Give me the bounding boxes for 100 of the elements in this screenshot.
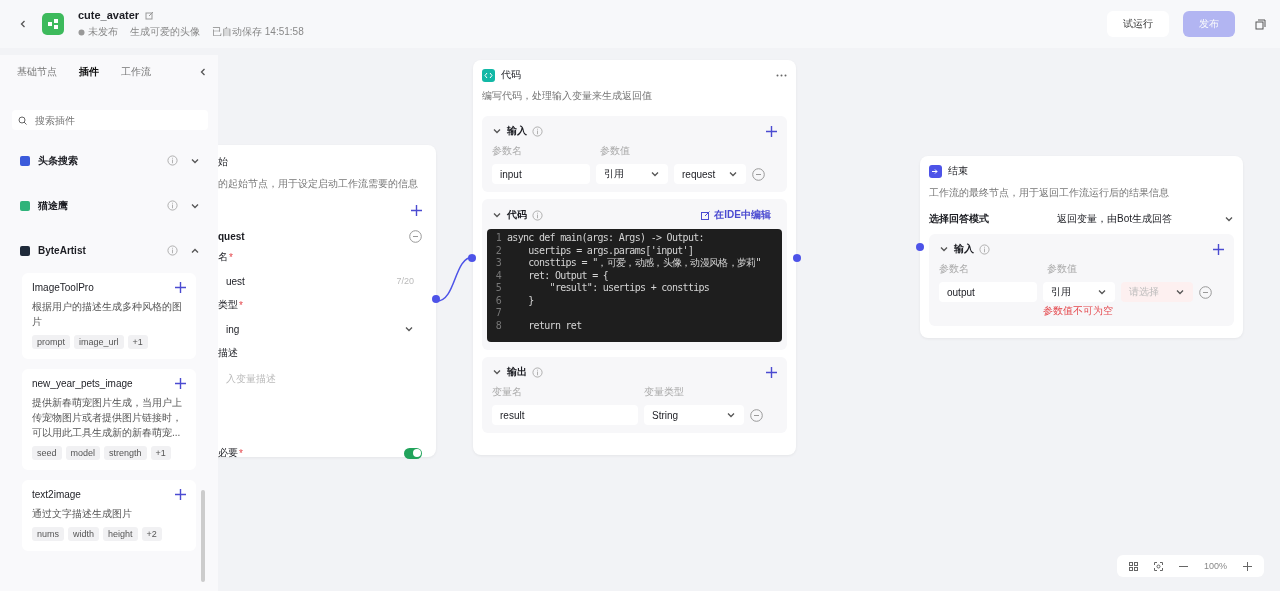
tool-name: ImageToolPro (32, 282, 94, 293)
parameter-name-field[interactable]: output (939, 282, 1037, 302)
field-label: 名 (218, 250, 228, 264)
required-mark: * (229, 251, 233, 263)
port-dot[interactable] (916, 243, 924, 251)
remove-icon[interactable] (752, 167, 765, 181)
code-line: } (527, 294, 534, 307)
test-run-button[interactable]: 试运行 (1107, 11, 1169, 37)
answer-mode-select[interactable]: 返回变量，由Bot生成回答 (1057, 212, 1218, 226)
chevron-down-icon[interactable] (728, 169, 738, 179)
fit-view-icon[interactable] (1153, 561, 1163, 571)
section-title[interactable]: 代码 (507, 208, 527, 222)
add-icon[interactable] (766, 125, 777, 137)
required-mark: * (239, 299, 243, 311)
remove-icon[interactable] (750, 408, 763, 422)
required-mark: * (239, 447, 243, 459)
chevron-down-icon[interactable] (492, 367, 502, 377)
tool-description: 通过文字描述生成图片 (32, 507, 133, 521)
edit-icon[interactable] (145, 10, 155, 20)
parameter-name-field[interactable]: input (492, 164, 590, 184)
add-icon[interactable] (175, 378, 186, 389)
parameter-tag: seed (32, 446, 62, 460)
chevron-down-icon[interactable] (492, 126, 502, 136)
port-dot[interactable] (793, 254, 801, 262)
field-label: 选择回答模式 (929, 212, 990, 226)
column-label: 参数名 (492, 144, 523, 158)
grid-icon[interactable] (1128, 561, 1138, 571)
field-label: 类型 (218, 298, 238, 312)
edit-in-ide-link[interactable]: 在IDE中编辑 (695, 207, 777, 223)
line-number: 3 (494, 257, 502, 270)
section-title[interactable]: 输入 (507, 124, 527, 138)
tool-card[interactable]: ImageToolPro 根据用户的描述生成多种风格的图片 prompt image_url +1 (22, 273, 196, 359)
parameter-tag: +1 (127, 335, 148, 349)
add-icon[interactable] (1213, 243, 1224, 255)
sidebar-tab[interactable]: 工作流 (121, 65, 151, 79)
tool-card[interactable]: new_year_pets_image 提供新春萌宠图片生成，当用户上传宠物图片或者提供图片链接时，可以用此工具生成新的新春萌宠... seed model strength +1 (22, 369, 196, 470)
parameter-tag: model (65, 446, 101, 460)
column-label: 参数值 (600, 144, 630, 158)
info-icon (532, 209, 543, 221)
search-icon (18, 115, 27, 125)
save-status: 已自动保存 14:51:58 (212, 25, 304, 39)
tool-description: 提供新春萌宠图片生成，当用户上传宠物图片或者提供图片链接时，可以用此工具生成新的新春萌宠... (32, 396, 183, 440)
port-dot[interactable] (468, 254, 476, 262)
add-icon[interactable] (766, 366, 777, 378)
chevron-down-icon[interactable] (492, 210, 502, 220)
section-title[interactable]: 输入 (954, 242, 974, 256)
column-label: 变量类型 (644, 385, 684, 399)
tool-card[interactable]: text2image 通过文字描述生成图片 nums width height +2 (22, 480, 196, 551)
add-icon[interactable] (411, 205, 422, 216)
source-select[interactable]: 引用 (1043, 282, 1115, 302)
info-icon (532, 366, 543, 378)
code-icon (482, 68, 495, 82)
code-line: usertips = args.params['input'] (527, 244, 694, 257)
variable-select[interactable]: request (674, 164, 746, 184)
chevron-down-icon[interactable] (939, 244, 949, 254)
copy-icon[interactable] (1255, 18, 1266, 30)
app-title: cute_avater (78, 9, 140, 21)
code-line: async def main(args: Args) -> Output: (507, 232, 704, 245)
chevron-down-icon[interactable] (650, 169, 660, 179)
plugin-name[interactable]: 头条搜索 (38, 153, 155, 168)
plugin-name[interactable]: ByteArtist (38, 245, 155, 256)
type-select[interactable]: String (644, 405, 744, 425)
chevron-left-icon[interactable] (198, 67, 208, 77)
node-description: 编写代码，处理输入变量来生成返回值 (482, 89, 653, 103)
chevron-down-icon[interactable] (1175, 287, 1185, 297)
chevron-down-icon[interactable] (404, 324, 414, 334)
chevron-down-icon[interactable] (1224, 214, 1234, 224)
chevron-down-icon[interactable] (1097, 287, 1107, 297)
add-icon[interactable] (175, 282, 186, 293)
node-description: 的起始节点，用于设定启动工作流需要的信息 (218, 177, 419, 191)
app-logo-icon (42, 13, 64, 35)
remove-icon[interactable] (409, 230, 422, 243)
publish-status: 未发布 (88, 25, 118, 39)
parameter-tag: prompt (32, 335, 70, 349)
zoom-in-icon[interactable] (1243, 561, 1252, 571)
line-number: 6 (494, 294, 502, 307)
search-input[interactable]: 搜索插件 (33, 113, 197, 127)
status-icon (78, 28, 85, 36)
port-dot[interactable] (432, 295, 440, 303)
plugin-name[interactable]: 猫途鹰 (38, 198, 155, 213)
node-description: 工作流的最终节点，用于返回工作流运行后的结果信息 (929, 186, 1170, 200)
sidebar-tab[interactable]: 插件 (79, 65, 99, 79)
parameter-tag: nums (32, 527, 64, 541)
search-field[interactable]: 搜索插件 (12, 110, 208, 130)
line-number: 5 (494, 282, 502, 295)
variable-name-field[interactable]: result (492, 405, 638, 425)
scrollbar[interactable] (201, 490, 205, 582)
sidebar-tab[interactable]: 基础节点 (17, 65, 57, 79)
more-icon[interactable] (776, 73, 787, 77)
parameter-tag: image_url (74, 335, 124, 349)
required-toggle[interactable] (404, 447, 422, 459)
chevron-left-icon[interactable] (18, 19, 28, 29)
section-title[interactable]: 输出 (507, 365, 527, 379)
chevron-down-icon[interactable] (726, 410, 736, 420)
add-icon[interactable] (175, 489, 186, 500)
source-select[interactable]: 引用 (596, 164, 668, 184)
remove-icon[interactable] (1199, 285, 1212, 299)
tool-description: 根据用户的描述生成多种风格的图片 (32, 300, 183, 329)
code-editor[interactable]: 1 async def main(args: Args) -> Output: 2 usertips = args.params['input'] 3 consttips = "，可爱，动感，头像，动漫风格，萝莉" 4 ret: Output = { 5 "result": usertips + consttips 6 } 7 8 return ret (487, 229, 782, 342)
info-icon (167, 245, 178, 256)
